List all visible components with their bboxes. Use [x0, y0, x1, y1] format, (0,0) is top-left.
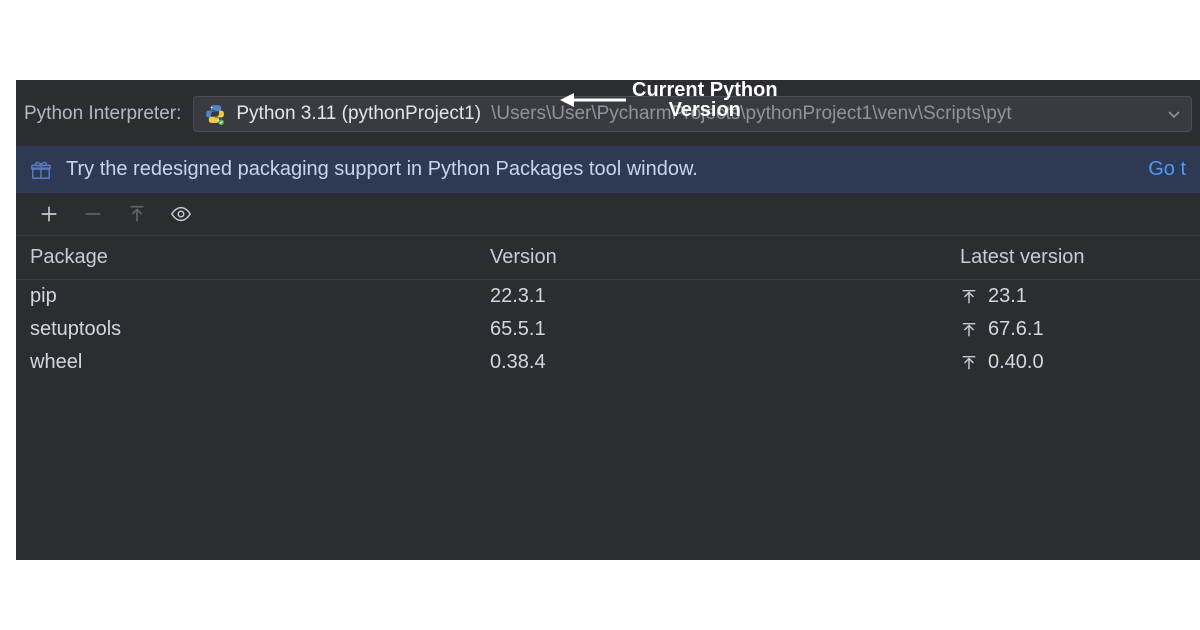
- column-header-package[interactable]: Package: [30, 246, 490, 269]
- package-latest-value: 23.1: [988, 285, 1027, 308]
- package-name: pip: [30, 285, 490, 308]
- interpreter-selected-name: Python 3.11 (pythonProject1): [236, 103, 481, 125]
- package-table-header: Package Version Latest version: [16, 236, 1200, 280]
- python-interpreter-settings-panel: Python Interpreter: Python 3.11 (pythonP…: [16, 80, 1200, 560]
- table-row[interactable]: wheel 0.38.4 0.40.0: [16, 346, 1200, 379]
- gift-icon: [30, 159, 52, 181]
- upgrade-package-button[interactable]: [126, 203, 148, 225]
- upgrade-available-icon: [960, 321, 978, 339]
- table-row[interactable]: pip 22.3.1 23.1: [16, 280, 1200, 313]
- package-latest-value: 0.40.0: [988, 351, 1044, 374]
- promo-link[interactable]: Go t: [1148, 158, 1186, 181]
- package-version: 22.3.1: [490, 285, 960, 308]
- promo-banner: Try the redesigned packaging support in …: [16, 146, 1200, 193]
- package-latest: 67.6.1: [960, 318, 1186, 341]
- table-row[interactable]: setuptools 65.5.1 67.6.1: [16, 313, 1200, 346]
- chevron-down-icon: [1167, 107, 1181, 121]
- package-name: setuptools: [30, 318, 490, 341]
- package-latest-value: 67.6.1: [988, 318, 1044, 341]
- interpreter-selector-row: Python Interpreter: Python 3.11 (pythonP…: [16, 80, 1200, 146]
- upgrade-available-icon: [960, 288, 978, 306]
- column-header-version[interactable]: Version: [490, 246, 960, 269]
- package-latest: 0.40.0: [960, 351, 1186, 374]
- package-toolbar: [16, 193, 1200, 236]
- column-header-latest[interactable]: Latest version: [960, 246, 1186, 269]
- package-latest: 23.1: [960, 285, 1186, 308]
- upgrade-available-icon: [960, 354, 978, 372]
- remove-package-button[interactable]: [82, 203, 104, 225]
- show-early-releases-button[interactable]: [170, 203, 192, 225]
- package-name: wheel: [30, 351, 490, 374]
- package-version: 65.5.1: [490, 318, 960, 341]
- package-table-body: pip 22.3.1 23.1 setuptools 65.5.1 67.6.1: [16, 280, 1200, 379]
- add-package-button[interactable]: [38, 203, 60, 225]
- promo-text: Try the redesigned packaging support in …: [66, 158, 698, 181]
- python-icon: [204, 103, 226, 125]
- interpreter-selected-path: \Users\User\PycharmProjects\pythonProjec…: [491, 103, 1012, 125]
- interpreter-dropdown[interactable]: Python 3.11 (pythonProject1) \Users\User…: [193, 96, 1192, 132]
- interpreter-label: Python Interpreter:: [24, 103, 181, 125]
- package-version: 0.38.4: [490, 351, 960, 374]
